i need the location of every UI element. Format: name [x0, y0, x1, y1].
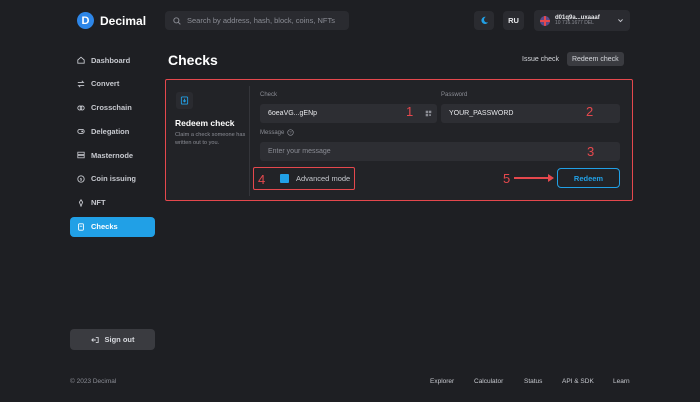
message-input[interactable]: Enter your message	[260, 142, 620, 161]
svg-text:$: $	[80, 177, 83, 182]
sidebar-item-label: NFT	[91, 198, 106, 208]
sidebar-item-checks[interactable]: Checks	[70, 216, 155, 237]
home-icon	[77, 56, 85, 64]
password-label: Password	[441, 92, 468, 98]
sidebar-item-label: Coin issuing	[91, 174, 136, 184]
svg-text:?: ?	[290, 130, 293, 135]
card-description: Claim a check someone has written out to…	[175, 132, 246, 146]
brand-name: Decimal	[100, 13, 147, 28]
check-tabs: Issue check Redeem check	[517, 52, 624, 66]
chevron-down-icon	[618, 19, 623, 23]
message-label-group: Message ?	[260, 129, 295, 136]
annotation-2: 2	[586, 104, 594, 119]
account-balance: 10 716.1677 DEL	[555, 20, 594, 27]
search-input[interactable]: Search by address, hash, block, coins, N…	[165, 11, 349, 30]
nft-icon	[77, 198, 85, 207]
message-label: Message	[260, 129, 285, 136]
sidebar-item-label: Dashboard	[91, 55, 131, 65]
advanced-mode-checkbox[interactable]	[280, 174, 289, 183]
card-title: Redeem check	[175, 118, 235, 128]
copyright: © 2023 Decimal	[70, 378, 117, 385]
footer-link-api-sdk[interactable]: API & SDK	[562, 378, 594, 385]
annotation-3: 3	[587, 144, 595, 159]
sidebar-item-label: Convert	[91, 79, 120, 89]
footer-link-status[interactable]: Status	[524, 378, 542, 385]
sidebar-item-crosschain[interactable]: Crosschain	[70, 98, 155, 118]
annotation-arrow	[514, 174, 554, 182]
coin-icon: $	[77, 175, 85, 183]
moon-icon	[480, 16, 488, 25]
sidebar-item-label: Checks	[91, 222, 118, 232]
account-avatar	[540, 15, 550, 26]
theme-toggle-button[interactable]	[474, 11, 494, 30]
search-icon	[173, 16, 181, 25]
sidebar-item-convert[interactable]: Convert	[70, 74, 155, 94]
message-placeholder: Enter your message	[268, 148, 331, 155]
page-title: Checks	[168, 52, 218, 68]
search-placeholder: Search by address, hash, block, coins, N…	[187, 16, 335, 25]
sidebar-item-nft[interactable]: NFT	[70, 193, 155, 213]
redeem-check-icon	[176, 92, 193, 109]
redeem-button[interactable]: Redeem	[557, 168, 620, 188]
crosschain-icon	[77, 104, 85, 112]
sidebar-item-label: Masternode	[91, 150, 134, 160]
checks-icon	[77, 222, 85, 231]
annotation-5: 5	[503, 171, 511, 186]
sidebar-item-label: Delegation	[91, 126, 130, 136]
brand-logo[interactable]: D Decimal	[77, 12, 146, 29]
footer-link-calculator[interactable]: Calculator	[474, 378, 503, 385]
info-icon[interactable]: ?	[287, 129, 295, 136]
sidebar-item-label: Crosschain	[91, 103, 132, 113]
annotation-1: 1	[406, 104, 414, 119]
account-selector[interactable]: d01q9a...uxaaaf 10 716.1677 DEL	[534, 10, 630, 31]
password-value: YOUR_PASSWORD	[449, 110, 514, 117]
sidebar-item-coin-issuing[interactable]: $ Coin issuing	[70, 169, 155, 189]
sidebar-item-delegation[interactable]: Delegation	[70, 121, 155, 141]
qr-icon[interactable]	[425, 110, 432, 117]
sidebar-item-dashboard[interactable]: Dashboard	[70, 50, 155, 70]
check-label: Check	[260, 92, 278, 98]
sidebar-item-masternode[interactable]: Masternode	[70, 145, 155, 165]
sign-out-button[interactable]: Sign out	[70, 329, 155, 350]
check-value: 6oeaVG...gENp	[268, 110, 318, 117]
sign-out-icon	[90, 336, 99, 343]
convert-icon	[77, 80, 85, 88]
language-button[interactable]: RU	[503, 11, 524, 30]
masternode-icon	[77, 151, 85, 159]
footer-link-explorer[interactable]: Explorer	[430, 378, 454, 385]
sidebar: Dashboard Convert Crosschain Delegation …	[70, 50, 155, 240]
sign-out-label: Sign out	[104, 335, 135, 344]
footer-link-learn[interactable]: Learn	[613, 378, 630, 385]
tab-issue-check[interactable]: Issue check	[517, 52, 564, 66]
advanced-mode-label: Advanced mode	[296, 174, 351, 183]
delegation-icon	[77, 127, 85, 135]
decimal-logo-icon: D	[77, 12, 94, 29]
tab-redeem-check[interactable]: Redeem check	[566, 52, 624, 66]
annotation-4: 4	[258, 172, 266, 187]
